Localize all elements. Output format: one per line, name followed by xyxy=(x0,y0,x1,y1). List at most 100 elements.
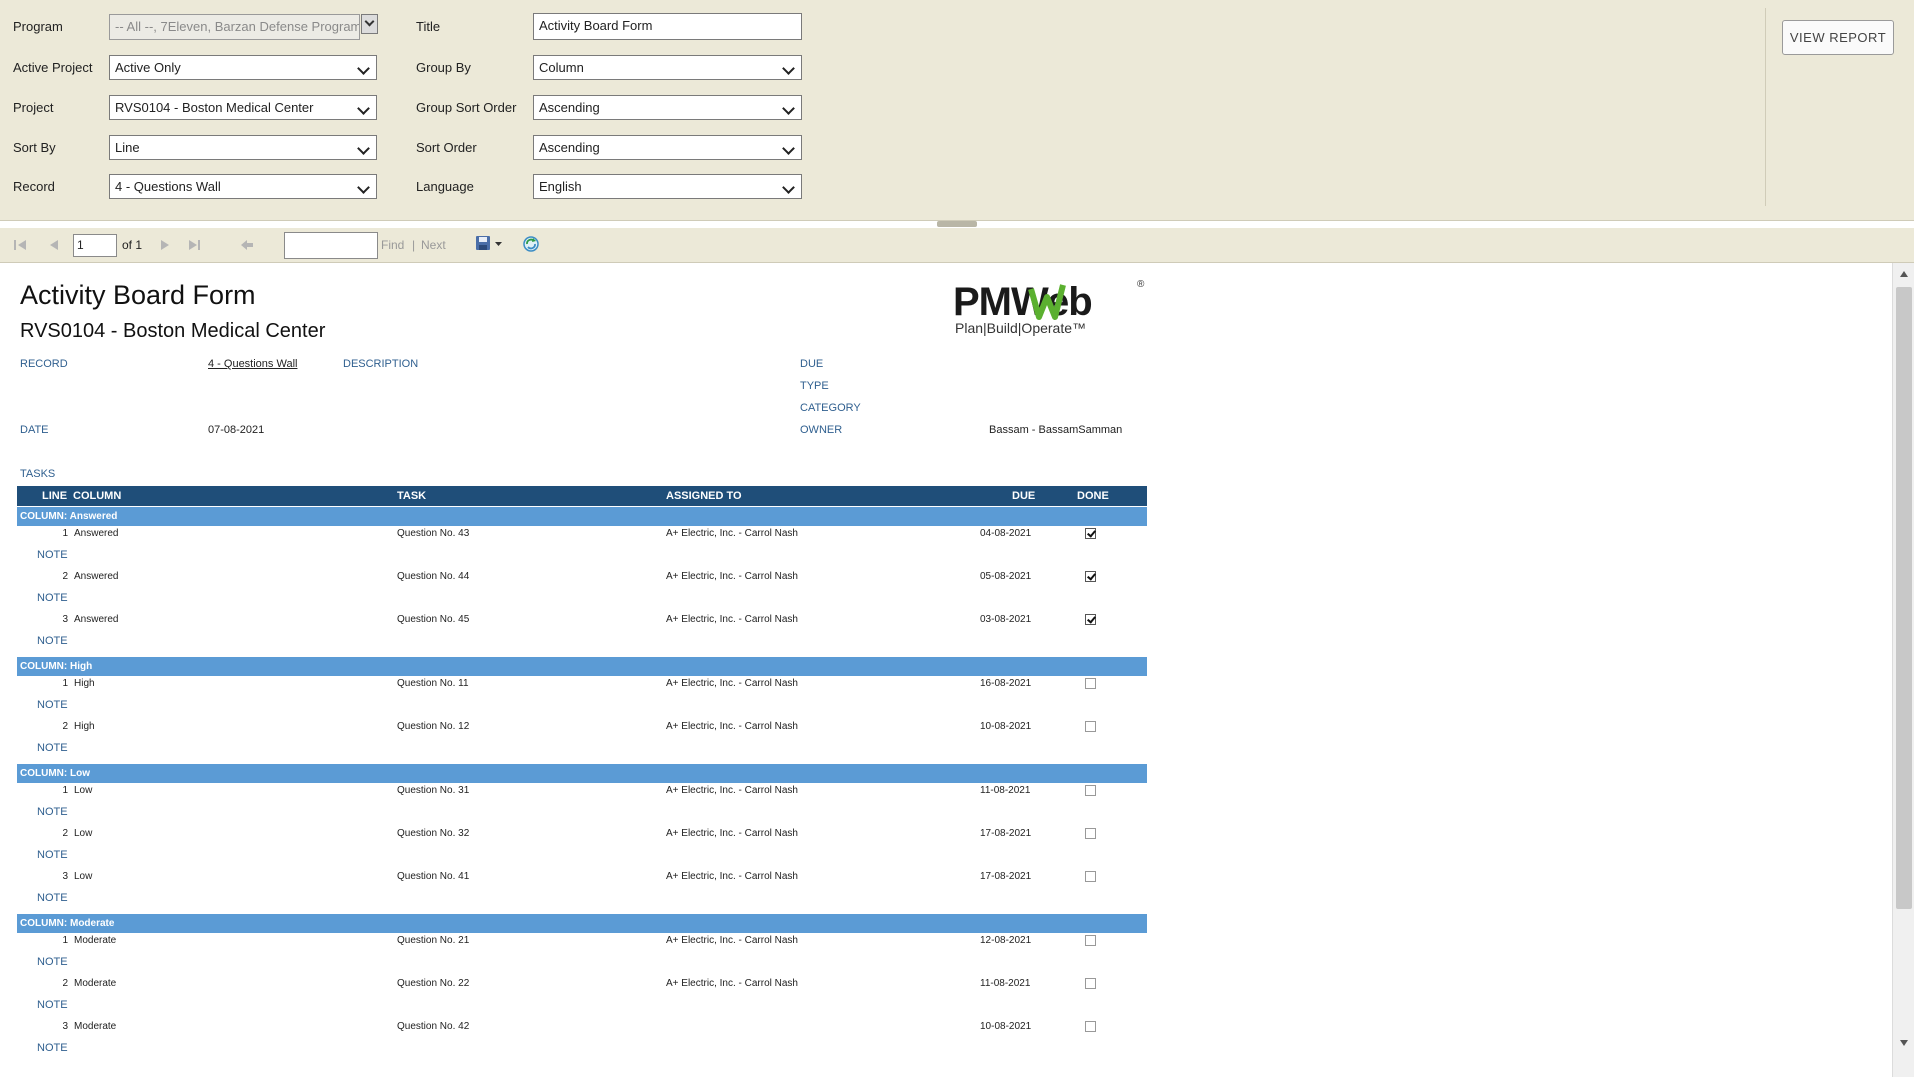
row-assigned-to: A+ Electric, Inc. - Carrol Nash xyxy=(666,571,798,582)
scroll-thumb[interactable] xyxy=(1896,287,1912,909)
row-task: Question No. 32 xyxy=(397,828,470,839)
group-sort-order-select[interactable]: Ascending xyxy=(533,95,802,120)
view-report-button[interactable]: VIEW REPORT xyxy=(1782,20,1894,55)
svg-text:PMWeb: PMWeb xyxy=(953,280,1092,324)
chevron-down-icon xyxy=(357,142,370,155)
done-checkbox[interactable] xyxy=(1085,528,1096,539)
row-line: 1 xyxy=(62,678,68,689)
row-line: 3 xyxy=(62,1021,68,1032)
tasks-section-label: TASKS xyxy=(20,468,56,480)
group-header-label: COLUMN: Low xyxy=(20,768,90,779)
done-checkbox[interactable] xyxy=(1085,828,1096,839)
sort-order-select[interactable]: Ascending xyxy=(533,135,802,160)
row-line: 1 xyxy=(62,935,68,946)
row-due: 10-08-2021 xyxy=(980,721,1032,732)
row-column: High xyxy=(74,678,95,689)
report-scrollbar[interactable] xyxy=(1892,263,1914,1077)
chevron-down-icon xyxy=(357,102,370,115)
sort-by-label: Sort By xyxy=(13,140,56,155)
row-line: 2 xyxy=(62,978,68,989)
col-column-header: COLUMN xyxy=(73,490,122,502)
done-checkbox[interactable] xyxy=(1085,571,1096,582)
row-due: 11-08-2021 xyxy=(980,978,1031,989)
table-row: 1 High Question No. 11 A+ Electric, Inc. - … xyxy=(0,678,1150,721)
done-checkbox[interactable] xyxy=(1085,614,1096,625)
group-header-label: COLUMN: High xyxy=(20,661,93,672)
title-input[interactable]: Activity Board Form xyxy=(533,13,802,40)
back-icon[interactable] xyxy=(239,238,255,252)
row-assigned-to: A+ Electric, Inc. - Carrol Nash xyxy=(666,528,798,539)
row-task: Question No. 41 xyxy=(397,871,470,882)
table-row: 2 Low Question No. 32 A+ Electric, Inc. - C… xyxy=(0,828,1150,871)
first-page-icon[interactable] xyxy=(13,238,28,252)
col-done-header: DONE xyxy=(1077,490,1109,502)
done-checkbox[interactable] xyxy=(1085,678,1096,689)
find-next-link[interactable]: Next xyxy=(421,238,446,252)
page-number-input[interactable]: 1 xyxy=(73,234,117,257)
record-link[interactable]: 4 - Questions Wall xyxy=(208,358,297,370)
row-column: Answered xyxy=(74,571,119,582)
language-label: Language xyxy=(416,179,474,194)
refresh-icon[interactable] xyxy=(522,235,540,253)
row-due: 03-08-2021 xyxy=(980,614,1032,625)
report-subtitle: RVS0104 - Boston Medical Center xyxy=(20,320,326,342)
table-row: 2 Moderate Question No. 22 A+ Electric, Inc… xyxy=(0,978,1150,1021)
last-page-icon[interactable] xyxy=(187,238,202,252)
row-column: Moderate xyxy=(74,978,117,989)
done-checkbox[interactable] xyxy=(1085,871,1096,882)
record-label: Record xyxy=(13,179,55,194)
active-project-value: Active Only xyxy=(115,60,181,75)
title-value: Activity Board Form xyxy=(539,18,653,33)
chevron-down-icon xyxy=(364,16,375,27)
row-note-label: NOTE xyxy=(37,892,68,904)
done-checkbox[interactable] xyxy=(1085,721,1096,732)
row-note-label: NOTE xyxy=(37,742,68,754)
group-header: COLUMN: High xyxy=(17,657,1147,676)
previous-page-icon[interactable] xyxy=(48,238,60,252)
chevron-down-icon xyxy=(357,181,370,194)
find-link[interactable]: Find xyxy=(381,238,404,252)
project-select[interactable]: RVS0104 - Boston Medical Center xyxy=(109,95,377,120)
row-note-label: NOTE xyxy=(37,592,68,604)
done-checkbox[interactable] xyxy=(1085,785,1096,796)
row-column: Moderate xyxy=(74,935,117,946)
row-task: Question No. 31 xyxy=(397,785,470,796)
svg-text:Plan|Build|Operate™: Plan|Build|Operate™ xyxy=(955,320,1086,336)
row-task: Question No. 12 xyxy=(397,721,470,732)
export-save-icon[interactable] xyxy=(475,235,505,253)
next-page-icon[interactable] xyxy=(159,238,171,252)
group-by-select[interactable]: Column xyxy=(533,55,802,80)
program-select[interactable]: -- All --, 7Eleven, Barzan Defense Progr… xyxy=(109,14,360,40)
report-title: Activity Board Form xyxy=(20,280,256,310)
row-task: Question No. 21 xyxy=(397,935,470,946)
find-separator: | xyxy=(412,238,416,252)
done-checkbox[interactable] xyxy=(1085,1021,1096,1032)
sort-by-select[interactable]: Line xyxy=(109,135,377,160)
table-row: 2 High Question No. 12 A+ Electric, Inc. - … xyxy=(0,721,1150,764)
col-due-header: DUE xyxy=(1012,490,1036,502)
row-task: Question No. 43 xyxy=(397,528,470,539)
record-value: 4 - Questions Wall xyxy=(115,179,221,194)
svg-text:®: ® xyxy=(1137,279,1145,290)
active-project-label: Active Project xyxy=(13,60,93,75)
table-row: 1 Answered Question No. 43 A+ Electric, Inc… xyxy=(0,528,1150,571)
panel-collapse-handle[interactable] xyxy=(937,221,977,227)
row-assigned-to: A+ Electric, Inc. - Carrol Nash xyxy=(666,721,798,732)
record-select[interactable]: 4 - Questions Wall xyxy=(109,174,377,199)
done-checkbox[interactable] xyxy=(1085,978,1096,989)
due-field-label: DUE xyxy=(800,358,824,370)
project-value: RVS0104 - Boston Medical Center xyxy=(115,100,314,115)
group-by-label: Group By xyxy=(416,60,471,75)
active-project-select[interactable]: Active Only xyxy=(109,55,377,80)
program-dropdown-button[interactable] xyxy=(361,14,378,34)
row-column: Low xyxy=(74,871,93,882)
row-note-label: NOTE xyxy=(37,549,68,561)
row-line: 1 xyxy=(62,528,68,539)
panel-divider xyxy=(1765,8,1766,206)
done-checkbox[interactable] xyxy=(1085,935,1096,946)
language-select[interactable]: English xyxy=(533,174,802,199)
scroll-up-icon[interactable] xyxy=(1899,270,1909,278)
find-text-input[interactable] xyxy=(284,232,378,259)
scroll-down-icon[interactable] xyxy=(1899,1039,1909,1047)
row-due: 10-08-2021 xyxy=(980,1021,1032,1032)
